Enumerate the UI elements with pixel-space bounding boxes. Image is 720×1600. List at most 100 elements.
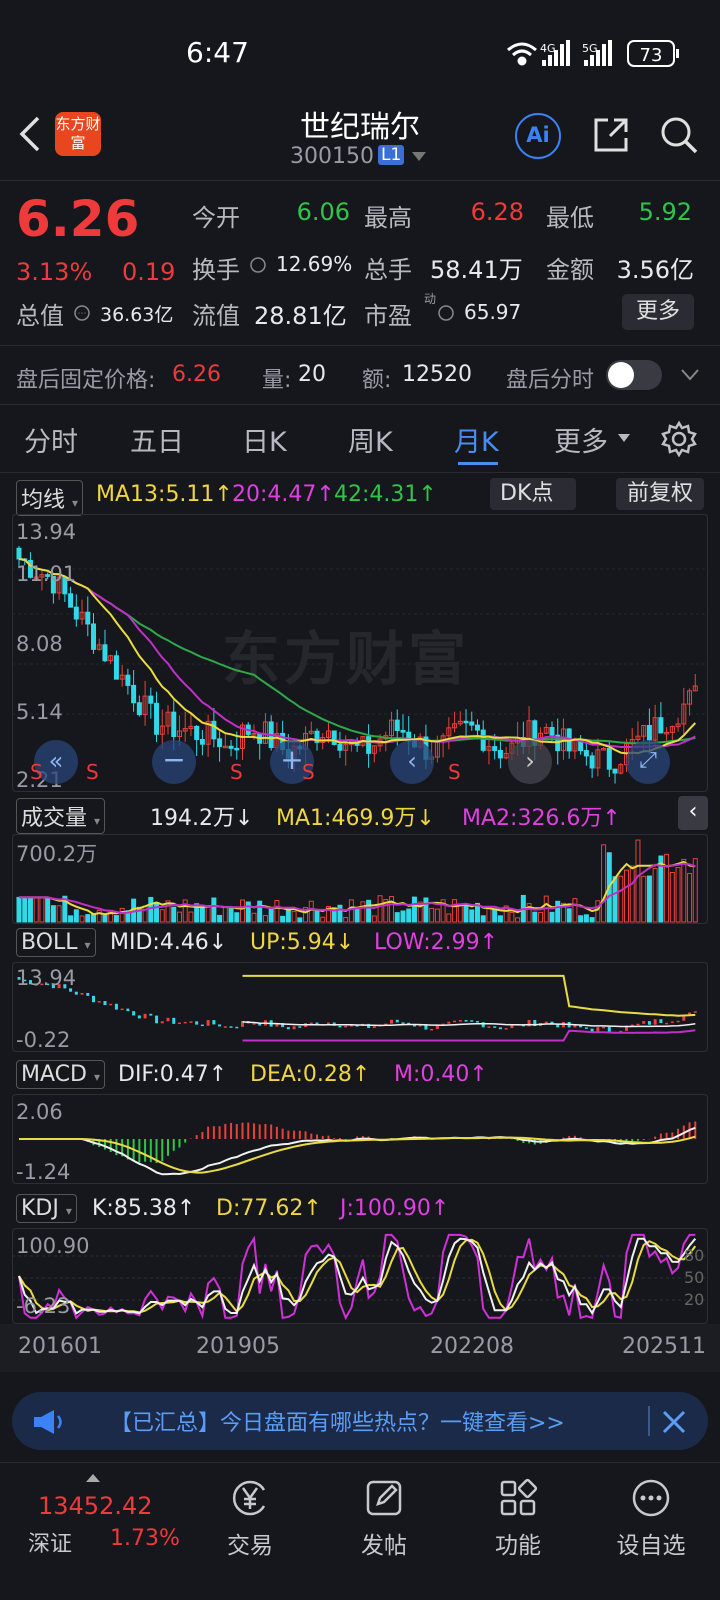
- reset-view-button[interactable]: ⤢: [626, 740, 670, 784]
- tab-monthly[interactable]: 月K: [454, 420, 499, 459]
- zoom-out-button[interactable]: −: [152, 740, 196, 784]
- turnover-label: 换手: [192, 256, 240, 284]
- macd-svg[interactable]: [12, 1094, 708, 1184]
- index-pct[interactable]: 1.73%: [110, 1526, 180, 1551]
- boll-mid: MID:4.46↓: [110, 930, 228, 955]
- volume-bar: [423, 897, 429, 923]
- change-amt: 0.19: [122, 258, 176, 286]
- boll-candle: [584, 1027, 588, 1029]
- collapse-panel-button[interactable]: ‹: [678, 796, 708, 830]
- chevron-down-icon[interactable]: [680, 368, 700, 382]
- candle: [474, 724, 480, 731]
- banner-text[interactable]: 【已汇总】今日盘面有哪些热点？一键查看>>: [110, 1405, 565, 1437]
- boll-candle: [172, 1017, 176, 1024]
- boll-svg[interactable]: [12, 962, 708, 1052]
- volume-bar: [16, 896, 22, 923]
- sell-marker: S: [230, 760, 243, 784]
- date-label: 202511: [622, 1334, 706, 1359]
- candles: [16, 545, 698, 784]
- volume-bar: [389, 896, 395, 923]
- boll-candle: [344, 1025, 348, 1028]
- battery-icon: 73: [627, 40, 679, 67]
- post-button[interactable]: 发帖: [344, 1474, 424, 1574]
- ma-selector[interactable]: 均线 ▾: [16, 480, 84, 516]
- candle: [102, 644, 108, 662]
- tab-weekly[interactable]: 周K: [348, 420, 393, 459]
- volume-bar: [486, 907, 492, 923]
- more-button[interactable]: 更多: [622, 294, 694, 330]
- boll-candle: [74, 991, 78, 995]
- date-label: 202208: [430, 1334, 514, 1359]
- volume-bar: [154, 901, 160, 923]
- boll-candle: [487, 1026, 491, 1028]
- kdj-k: K:85.38↑: [92, 1196, 196, 1221]
- boll-candle: [401, 1022, 405, 1024]
- boll-candle: [504, 1028, 508, 1030]
- macd-axis-bot: -1.24: [16, 1160, 71, 1184]
- macd-selector[interactable]: MACD ▾: [16, 1060, 105, 1089]
- kline-svg[interactable]: [12, 514, 708, 792]
- trade-label: 交易: [227, 1533, 273, 1559]
- scroll-right-button[interactable]: ›: [508, 740, 552, 784]
- macd-dea: DEA:0.28↑: [250, 1062, 371, 1087]
- chevron-down-icon[interactable]: [412, 152, 426, 162]
- candle: [549, 727, 555, 736]
- status-bar: 6:47 4G 5G 73: [0, 0, 720, 100]
- boll-axis-top: 13.94: [16, 966, 77, 990]
- volume-bar: [240, 899, 246, 923]
- volume-svg[interactable]: [12, 834, 708, 924]
- volume-bar: [348, 899, 354, 923]
- boll-candle: [97, 1001, 101, 1003]
- candle: [480, 729, 486, 751]
- tab-5day[interactable]: 五日: [130, 420, 184, 459]
- gear-icon[interactable]: [660, 420, 698, 458]
- volume-bar: [492, 908, 498, 923]
- volume-bar: [222, 906, 228, 923]
- functions-button[interactable]: 功能: [478, 1474, 558, 1574]
- kdj-label: KDJ: [21, 1196, 59, 1221]
- candle: [16, 547, 22, 560]
- scroll-left-button[interactable]: ‹: [390, 740, 434, 784]
- ai-button[interactable]: Ai: [515, 113, 561, 159]
- info-icon[interactable]: [438, 305, 454, 321]
- volume-bar: [669, 872, 675, 923]
- tab-daily[interactable]: 日K: [242, 420, 287, 459]
- date-label: 201905: [196, 1334, 280, 1359]
- add-watchlist-button[interactable]: 设自选: [606, 1474, 696, 1574]
- trade-button[interactable]: 交易: [210, 1474, 290, 1574]
- boll-selector[interactable]: BOLL ▾: [16, 928, 96, 957]
- adjust-button[interactable]: 前复权: [616, 478, 704, 510]
- info-icon[interactable]: ⋯: [74, 305, 90, 321]
- index-value[interactable]: 13452.42: [38, 1492, 153, 1520]
- post-label: 发帖: [361, 1533, 407, 1559]
- volume-bar: [652, 868, 658, 923]
- search-icon[interactable]: [658, 114, 700, 156]
- candle: [469, 721, 475, 726]
- close-icon[interactable]: [660, 1408, 688, 1436]
- info-icon[interactable]: [250, 257, 266, 273]
- ah-timeline-label: 盘后分时: [506, 368, 595, 393]
- tab-more[interactable]: 更多: [554, 420, 608, 459]
- volume-bar: [262, 915, 268, 923]
- dk-button[interactable]: DK点: [490, 478, 576, 510]
- boll-low-line: [242, 1029, 696, 1042]
- index-name[interactable]: 深证: [28, 1526, 72, 1558]
- volume-axis-label: 700.2万: [16, 842, 98, 866]
- volume-bar: [308, 900, 314, 923]
- kdj-selector[interactable]: KDJ ▾: [16, 1194, 77, 1223]
- share-icon[interactable]: [590, 114, 632, 156]
- level-badge[interactable]: L1: [378, 145, 405, 165]
- ah-toggle[interactable]: [606, 360, 662, 390]
- volume-ma2-line: [19, 862, 696, 915]
- boll-candle: [137, 1015, 141, 1019]
- boll-up: UP:5.94↓: [250, 930, 355, 955]
- tab-intraday[interactable]: 分时: [24, 420, 78, 459]
- volume-bar: [509, 911, 515, 923]
- volume-selector[interactable]: 成交量 ▾: [16, 798, 106, 834]
- candle: [492, 746, 498, 751]
- candle: [606, 748, 612, 770]
- volume-bar: [291, 910, 297, 923]
- kdj-svg[interactable]: [12, 1228, 708, 1324]
- watchlist-label: 设自选: [616, 1533, 686, 1559]
- candle: [612, 768, 618, 774]
